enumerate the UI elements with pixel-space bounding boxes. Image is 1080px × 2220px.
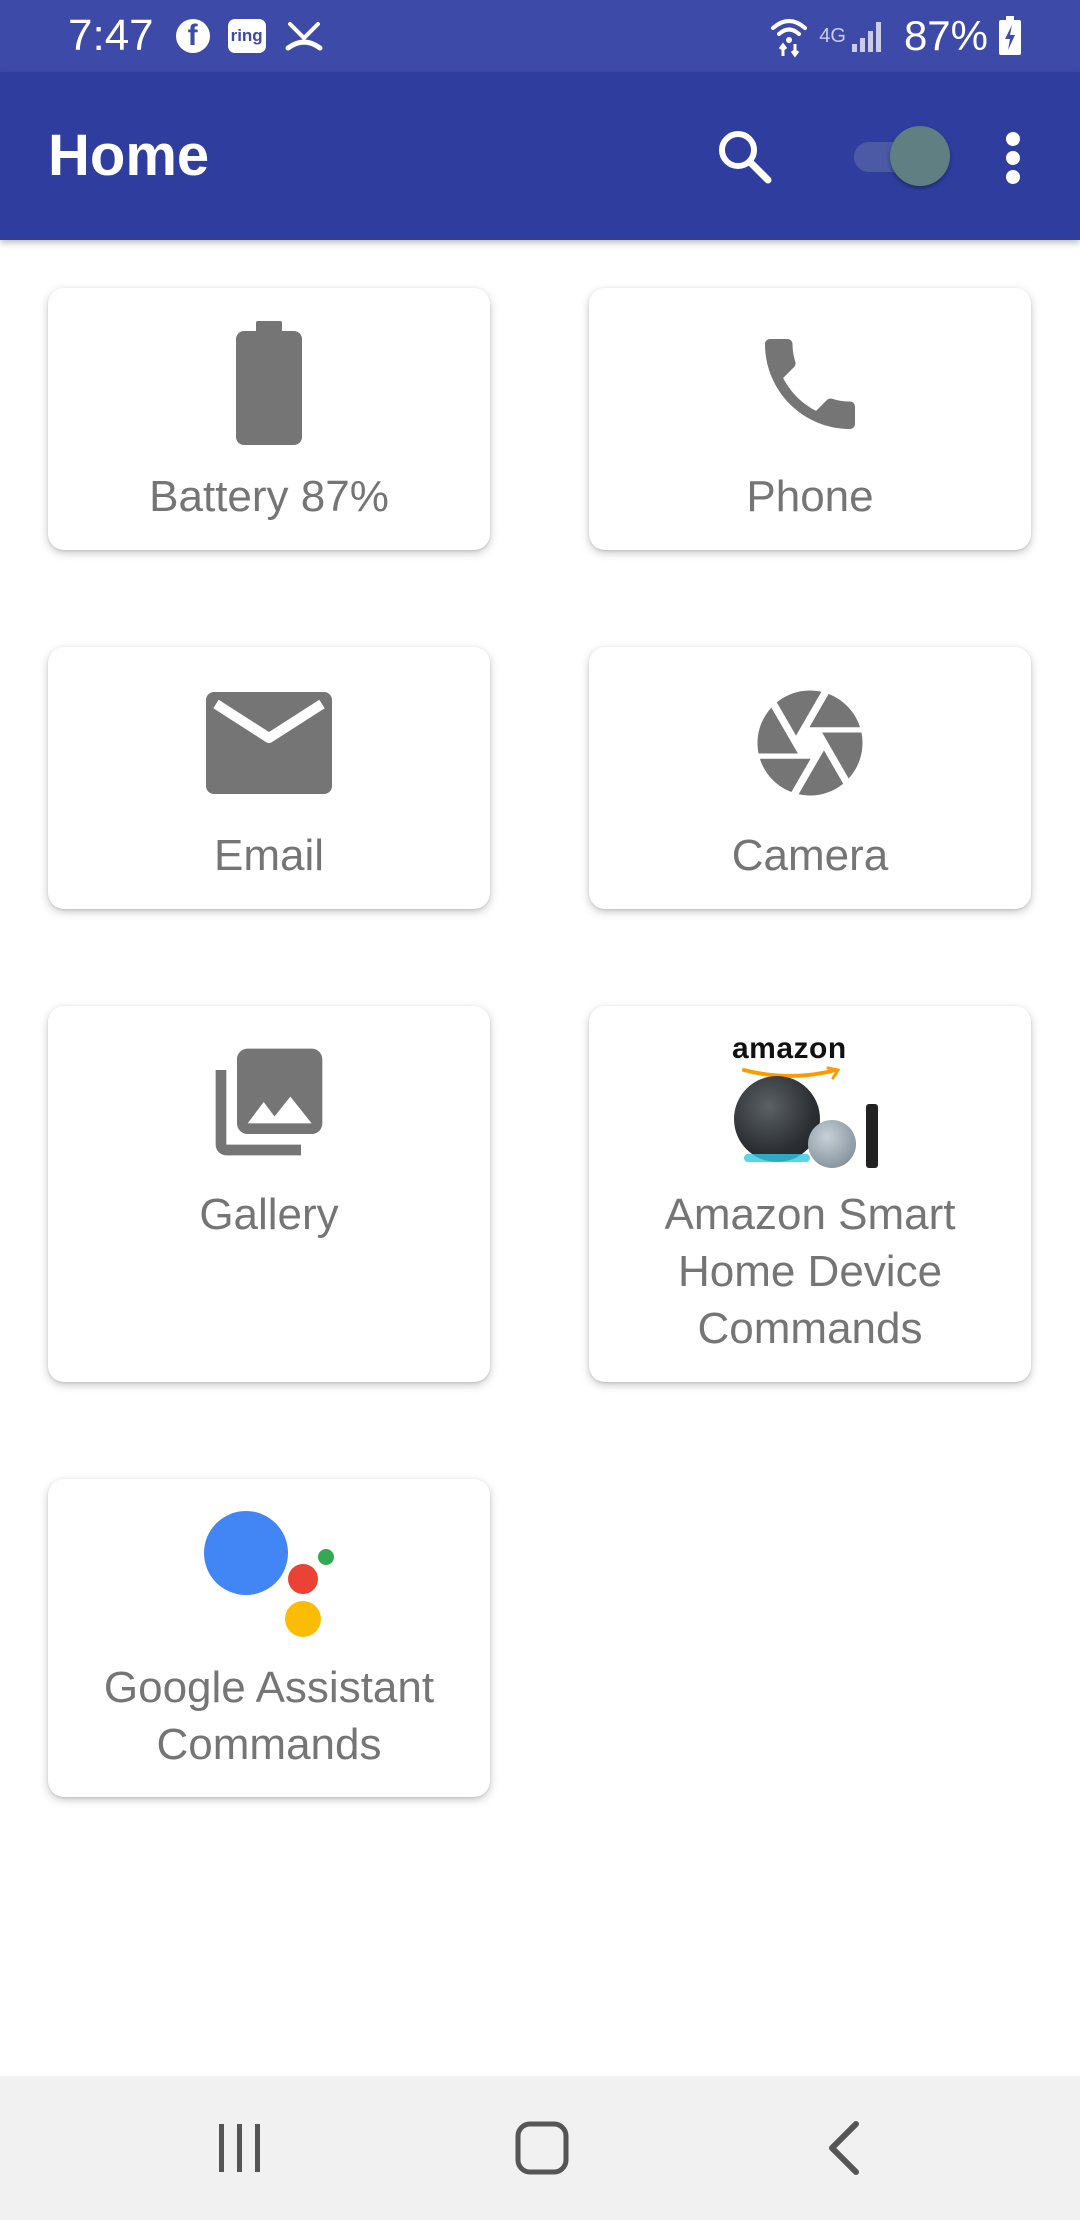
- more-vert-icon: [1006, 132, 1020, 146]
- card-label-battery: Battery 87%: [149, 472, 389, 521]
- status-right: 4G 87%: [769, 12, 1032, 60]
- amazon-echo-image: amazon: [589, 1032, 1031, 1168]
- home-button[interactable]: [506, 2112, 578, 2184]
- facebook-icon: f: [175, 19, 210, 53]
- navigation-bar: [0, 2076, 1080, 2220]
- card-battery[interactable]: Battery 87%: [48, 288, 490, 550]
- search-icon: [719, 131, 772, 184]
- menu-dot-middle: [1006, 151, 1020, 165]
- amazon-logo: amazon: [732, 1032, 847, 1065]
- battery-icon: [48, 318, 490, 450]
- card-label-google-assistant: Google Assistant Commands: [103, 1663, 435, 1769]
- card-label-phone: Phone: [746, 472, 874, 521]
- wifi-icon: [769, 14, 809, 58]
- menu-dot-bottom: [1006, 170, 1020, 184]
- echo-dot-large: [734, 1076, 820, 1162]
- camera-shutter-icon: [589, 677, 1031, 809]
- missed-call-icon: [284, 18, 324, 54]
- recents-icon: [219, 2124, 260, 2172]
- status-left: 7:47 f ring: [68, 11, 342, 61]
- page-title: Home: [48, 123, 210, 188]
- card-label-amazon: Amazon Smart Home Device Commands: [664, 1190, 956, 1353]
- google-assistant-icon: [48, 1509, 490, 1641]
- amazon-echo-devices: amazon: [730, 1032, 890, 1172]
- back-icon: [829, 2121, 859, 2175]
- toggle-switch[interactable]: [850, 126, 950, 186]
- gallery-icon: [48, 1036, 490, 1168]
- email-icon: [48, 677, 490, 809]
- search-button[interactable]: [712, 124, 776, 188]
- card-label-email: Email: [213, 831, 325, 880]
- status-time: 7:47: [68, 11, 154, 60]
- card-label-gallery: Gallery: [199, 1190, 339, 1239]
- echo-dot-small: [808, 1120, 856, 1168]
- network-type-label: 4G: [819, 24, 846, 47]
- card-label-camera: Camera: [731, 831, 889, 880]
- signal-icon: [850, 18, 886, 54]
- card-email[interactable]: Email: [48, 647, 490, 909]
- screen: 7:47 f ring 4G 87% Home Battery 87% Phon…: [0, 0, 1080, 2220]
- ring-icon: ring: [227, 19, 266, 53]
- card-phone[interactable]: Phone: [589, 288, 1031, 550]
- card-google-assistant[interactable]: Google Assistant Commands: [48, 1479, 490, 1797]
- status-battery-percent: 87%: [903, 12, 988, 59]
- phone-icon: [589, 318, 1031, 450]
- more-options-button[interactable]: [996, 128, 1032, 188]
- battery-charging-icon: [998, 16, 1022, 56]
- card-gallery[interactable]: Gallery: [48, 1006, 490, 1382]
- status-bar: 7:47 f ring 4G 87%: [0, 0, 1080, 72]
- echo-light-ring: [744, 1154, 810, 1162]
- back-button[interactable]: [808, 2112, 880, 2184]
- card-camera[interactable]: Camera: [589, 647, 1031, 909]
- card-amazon[interactable]: amazon Amazon Smart Home Device Commands: [589, 1006, 1031, 1382]
- app-bar: Home: [0, 72, 1080, 240]
- toggle-thumb: [890, 126, 950, 186]
- home-icon: [515, 2121, 569, 2175]
- fire-tv-stick: [866, 1104, 878, 1168]
- recents-button[interactable]: [204, 2112, 276, 2184]
